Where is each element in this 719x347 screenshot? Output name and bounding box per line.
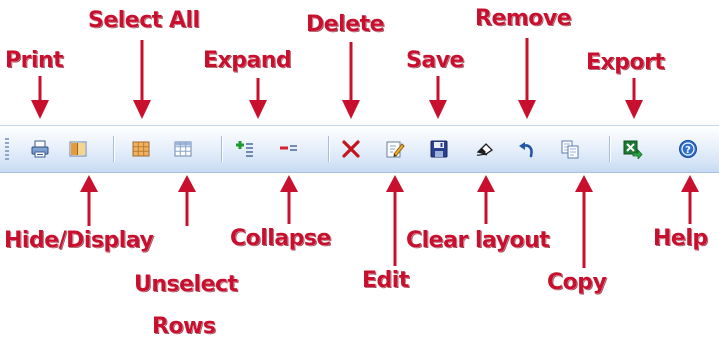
annotation-copy: Copy (547, 270, 607, 295)
annotation-save: Save (406, 48, 464, 73)
annotation-select-all: Select All (88, 8, 200, 33)
annotation-export: Export (586, 50, 665, 75)
annotation-edit: Edit (362, 268, 409, 293)
annotation-help: Help (653, 226, 708, 251)
annotation-clear-layout: Clear layout (406, 228, 550, 253)
annotation-unselect-line2: Rows (152, 314, 216, 339)
annotation-expand: Expand (203, 48, 292, 73)
annotation-remove: Remove (475, 6, 572, 31)
annotation-delete: Delete (306, 12, 385, 37)
annotation-hide-display: Hide/Display (4, 228, 154, 253)
annotation-collapse: Collapse (230, 226, 331, 251)
annotation-unselect-line1: Unselect (134, 272, 238, 297)
annotation-print: Print (5, 48, 64, 73)
